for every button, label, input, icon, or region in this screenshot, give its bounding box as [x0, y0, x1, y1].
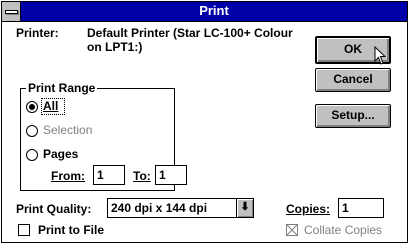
- selection-radio: [26, 125, 38, 137]
- to-label: To:: [133, 169, 151, 183]
- from-input[interactable]: 1: [93, 165, 125, 185]
- to-input[interactable]: 1: [155, 165, 187, 185]
- pages-radio-label[interactable]: Pages: [43, 147, 78, 161]
- printer-name-line1: Default Printer (Star LC-100+ Colour: [87, 26, 293, 40]
- print-range-group: Print Range All Selection Pages From: 1 …: [20, 81, 187, 191]
- print-dialog: Print Printer: Default Printer (Star LC-…: [1, 1, 408, 243]
- print-quality-label: Print Quality:: [16, 202, 92, 216]
- dropdown-arrow-icon[interactable]: ⬇: [236, 198, 254, 218]
- print-range-title: Print Range: [26, 81, 98, 95]
- from-label: From:: [51, 169, 85, 183]
- print-to-file-label[interactable]: Print to File: [38, 223, 104, 237]
- cancel-button[interactable]: Cancel: [315, 68, 391, 92]
- copies-label: Copies:: [286, 202, 331, 216]
- cancel-button-label: Cancel: [333, 72, 373, 86]
- setup-button[interactable]: Setup...: [315, 104, 391, 128]
- copies-input[interactable]: 1: [338, 198, 384, 218]
- print-to-file-checkbox[interactable]: [18, 224, 30, 236]
- collate-copies-label: Collate Copies: [304, 223, 383, 237]
- printer-name-line2: on LPT1:): [87, 40, 143, 54]
- system-menu-icon[interactable]: [2, 2, 21, 21]
- setup-button-label: Setup...: [331, 108, 375, 122]
- printer-label: Printer:: [16, 26, 59, 40]
- selection-radio-label: Selection: [43, 123, 93, 137]
- pages-radio[interactable]: [26, 149, 38, 161]
- print-quality-select[interactable]: 240 dpi x 144 dpi: [107, 198, 237, 218]
- collate-copies-checkbox: [286, 224, 298, 236]
- title-bar: Print: [2, 2, 407, 22]
- window-title: Print: [199, 3, 229, 18]
- all-radio[interactable]: [26, 101, 38, 113]
- mouse-pointer-icon: [374, 46, 387, 65]
- all-radio-label[interactable]: All: [43, 99, 58, 113]
